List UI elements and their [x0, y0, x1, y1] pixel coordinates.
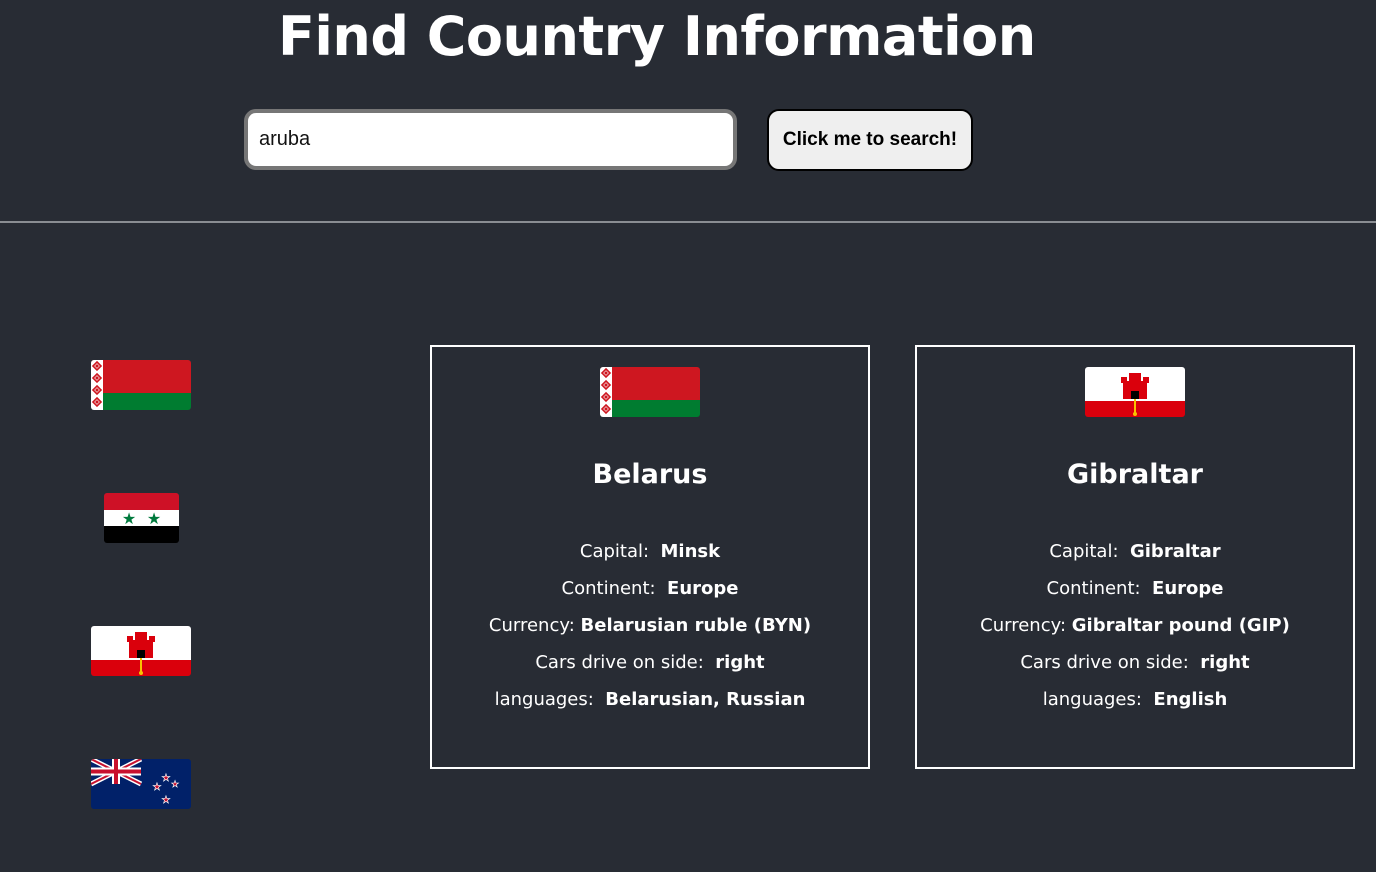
- capital-value: Gibraltar: [1129, 541, 1221, 562]
- capital-label: Capital:: [579, 541, 650, 562]
- country-name: Belarus: [592, 459, 708, 490]
- new-zealand-flag-icon[interactable]: ★ ★ ★ ★: [91, 759, 191, 809]
- currency-row: Currency: Gibraltar pound (GIP): [917, 614, 1353, 638]
- drive-side-label: Cars drive on side:: [1020, 652, 1189, 673]
- currency-value: Belarusian ruble (BYN): [580, 615, 812, 636]
- header-divider: [0, 221, 1376, 223]
- continent-row: Continent: Europe: [917, 577, 1353, 601]
- continent-row: Continent: Europe: [432, 577, 868, 601]
- syria-flag-icon[interactable]: ★ ★: [104, 493, 179, 543]
- svg-text:★: ★: [162, 795, 171, 806]
- header: Find Country Information Click me to sea…: [0, 0, 1376, 223]
- drive-side-label: Cars drive on side:: [535, 652, 704, 673]
- capital-row: Capital: Gibraltar: [917, 540, 1353, 564]
- languages-value: Belarusian, Russian: [605, 689, 806, 710]
- belarus-flag-icon[interactable]: [91, 360, 191, 410]
- languages-label: languages:: [1042, 689, 1142, 710]
- continent-label: Continent:: [561, 578, 656, 599]
- svg-text:★: ★: [122, 509, 136, 528]
- svg-text:★: ★: [147, 509, 161, 528]
- page-title: Find Country Information: [278, 5, 1036, 68]
- capital-row: Capital: Minsk: [432, 540, 868, 564]
- search-input[interactable]: [244, 109, 737, 170]
- currency-label: Currency:: [980, 615, 1067, 636]
- svg-text:★: ★: [162, 773, 171, 784]
- drive-side-value: right: [715, 652, 765, 673]
- languages-label: languages:: [494, 689, 594, 710]
- drive-side-value: right: [1200, 652, 1250, 673]
- gibraltar-flag-icon[interactable]: [91, 626, 191, 676]
- currency-value: Gibraltar pound (GIP): [1071, 615, 1290, 636]
- drive-side-row: Cars drive on side: right: [917, 651, 1353, 675]
- gibraltar-flag-icon: [1085, 367, 1185, 417]
- country-name: Gibraltar: [1067, 459, 1203, 490]
- currency-label: Currency:: [488, 615, 575, 636]
- languages-row: languages: English: [917, 688, 1353, 712]
- continent-value: Europe: [1152, 578, 1224, 599]
- currency-row: Currency: Belarusian ruble (BYN): [432, 614, 868, 638]
- belarus-flag-icon: [600, 367, 700, 417]
- continent-label: Continent:: [1046, 578, 1141, 599]
- capital-label: Capital:: [1049, 541, 1119, 562]
- country-card: Gibraltar Capital: Gibraltar Continent: …: [915, 345, 1355, 769]
- continent-value: Europe: [667, 578, 739, 599]
- svg-text:★: ★: [171, 780, 179, 790]
- languages-row: languages: Belarusian, Russian: [432, 688, 868, 712]
- drive-side-row: Cars drive on side: right: [432, 651, 868, 675]
- capital-value: Minsk: [660, 541, 721, 562]
- country-card: Belarus Capital: Minsk Continent: Europe…: [430, 345, 870, 769]
- languages-value: English: [1153, 689, 1228, 710]
- svg-text:★: ★: [153, 782, 162, 793]
- search-button[interactable]: Click me to search!: [767, 109, 973, 171]
